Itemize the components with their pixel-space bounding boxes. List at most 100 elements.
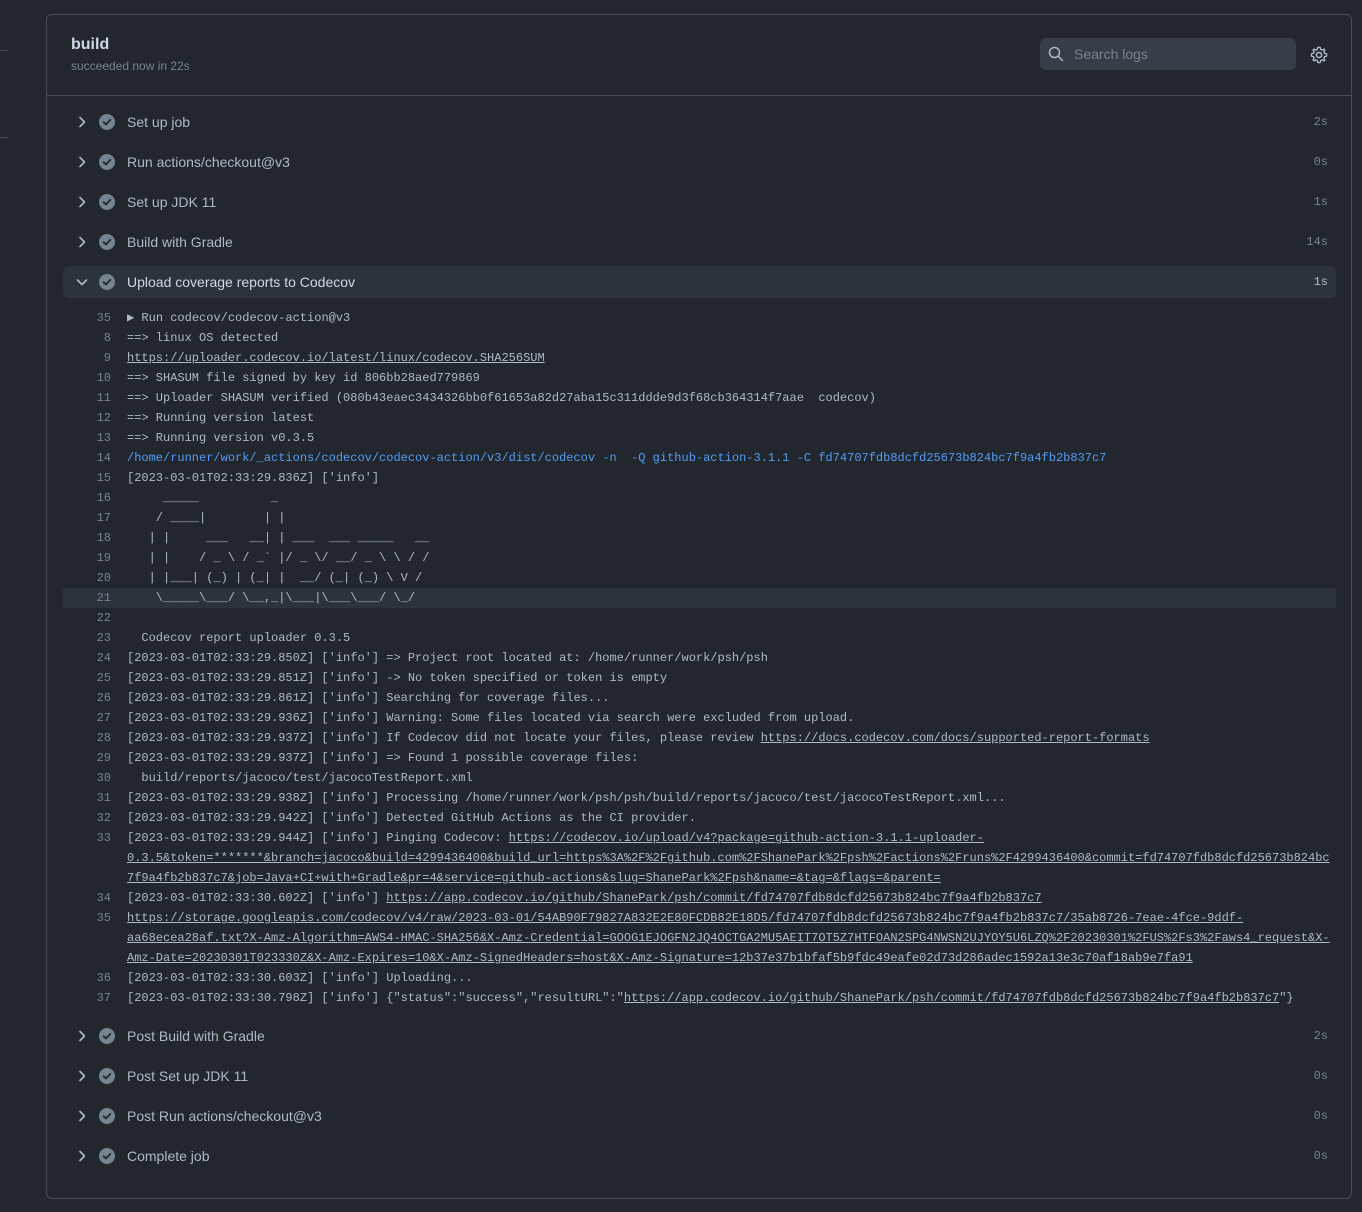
line-number[interactable]: 19 — [63, 548, 111, 568]
log-link[interactable]: https://app.codecov.io/github/ShanePark/… — [386, 891, 1041, 905]
line-number[interactable]: 14 — [63, 448, 111, 468]
line-number[interactable]: 25 — [63, 668, 111, 688]
line-number[interactable]: 35 — [63, 308, 111, 328]
log-link[interactable]: https://app.codecov.io/github/ShanePark/… — [624, 991, 1279, 1005]
check-circle-icon — [99, 1108, 115, 1124]
step-log-output: 35 ▶ Run codecov/codecov-action@v3 8 ==> li… — [63, 308, 1336, 1008]
search-logs-input[interactable] — [1072, 45, 1286, 63]
step-name: Build with Gradle — [127, 234, 233, 250]
line-number[interactable]: 23 — [63, 628, 111, 648]
line-number[interactable]: 35 — [63, 908, 111, 968]
log-line: 16 _____ _ — [63, 488, 1336, 508]
step-post-set-up-jdk-11[interactable]: Post Set up JDK 11 0s — [63, 1060, 1336, 1092]
log-message-tail: "} — [1279, 991, 1294, 1005]
line-number[interactable]: 24 — [63, 648, 111, 668]
steps-list: Set up job 2s Run actions/checkout@v3 0s Set… — [63, 106, 1336, 1180]
log-message: [2023-03-01T02:33:30.603Z] ['info'] Uplo… — [127, 971, 473, 985]
line-number[interactable]: 32 — [63, 808, 111, 828]
log-message: [2023-03-01T02:33:29.942Z] ['info'] Dete… — [127, 811, 696, 825]
step-duration: 0s — [1313, 1149, 1328, 1163]
log-text: [2023-03-01T02:33:29.861Z] ['info'] Sear… — [111, 688, 609, 708]
line-number[interactable]: 28 — [63, 728, 111, 748]
log-link-continued[interactable]: 0.3.5&token=*******&branch=jacoco&build=… — [127, 851, 1330, 865]
step-upload-coverage[interactable]: Upload coverage reports to Codecov 1s — [63, 266, 1336, 298]
log-link[interactable]: https://docs.codecov.com/docs/supported-… — [761, 731, 1150, 745]
log-text-line: [2023-03-01T02:33:29.850Z] ['info'] => P… — [127, 648, 768, 668]
log-line: 21 \_____\___/ \__,_|\___|\___\___/ \_/ — [63, 588, 1336, 608]
step-duration: 0s — [1313, 155, 1328, 169]
log-text-line: [2023-03-01T02:33:29.937Z] ['info'] => F… — [127, 748, 638, 768]
line-number[interactable]: 13 — [63, 428, 111, 448]
log-message: build/reports/jacoco/test/jacocoTestRepo… — [127, 771, 473, 785]
gear-icon[interactable] — [1310, 46, 1328, 64]
line-number[interactable]: 27 — [63, 708, 111, 728]
log-text: ▶ Run codecov/codecov-action@v3 — [111, 308, 350, 328]
log-line: 35 https://storage.googleapis.com/codecov… — [63, 908, 1336, 968]
log-line: 23 Codecov report uploader 0.3.5 — [63, 628, 1336, 648]
log-message: [2023-03-01T02:33:29.937Z] ['info'] If C… — [127, 731, 761, 745]
log-line: 18 | | ___ __| | ___ ___ _____ __ — [63, 528, 1336, 548]
line-number[interactable]: 30 — [63, 768, 111, 788]
log-text-line: ==> linux OS detected — [127, 328, 278, 348]
line-number[interactable]: 36 — [63, 968, 111, 988]
log-text-line: 7f9a4fb2b837c7&job=Java+CI+with+Gradle&p… — [127, 868, 1330, 888]
log-link-continued[interactable]: Amz-Date=20230301T023330Z&X-Amz-Expires=… — [127, 951, 1193, 965]
log-line: 26 [2023-03-01T02:33:29.861Z] ['info'] Se… — [63, 688, 1336, 708]
line-number[interactable]: 20 — [63, 568, 111, 588]
log-message: | | / _ \ / _` |/ _ \/ __/ _ \ \ / / — [127, 551, 430, 565]
step-build-with-gradle[interactable]: Build with Gradle 14s — [63, 226, 1336, 258]
line-number[interactable]: 17 — [63, 508, 111, 528]
check-circle-icon — [99, 1148, 115, 1164]
log-text: | |___| (_) | (_| | __/ (_| (_) \ V / — [111, 568, 423, 588]
log-text: Codecov report uploader 0.3.5 — [111, 628, 350, 648]
line-number[interactable]: 8 — [63, 328, 111, 348]
line-number[interactable]: 31 — [63, 788, 111, 808]
line-number[interactable]: 21 — [63, 588, 111, 608]
log-text: \_____\___/ \__,_|\___|\___\___/ \_/ — [111, 588, 415, 608]
step-post-run-actions-checkout-v3[interactable]: Post Run actions/checkout@v3 0s — [63, 1100, 1336, 1132]
log-link[interactable]: https://storage.googleapis.com/codecov/v… — [127, 911, 1243, 925]
step-run-actions-checkout-v3[interactable]: Run actions/checkout@v3 0s — [63, 146, 1336, 178]
line-number[interactable]: 16 — [63, 488, 111, 508]
log-text: /home/runner/work/_actions/codecov/codec… — [111, 448, 1106, 468]
log-message: ==> Running version latest — [127, 411, 315, 425]
line-number[interactable]: 37 — [63, 988, 111, 1008]
log-text-line: \_____\___/ \__,_|\___|\___\___/ \_/ — [127, 588, 415, 608]
line-number[interactable]: 33 — [63, 828, 111, 888]
log-link[interactable]: https://uploader.codecov.io/latest/linux… — [127, 351, 545, 365]
log-text: ==> Uploader SHASUM verified (080b43eaec… — [111, 388, 876, 408]
step-post-build-with-gradle[interactable]: Post Build with Gradle 2s — [63, 1020, 1336, 1052]
line-number[interactable]: 34 — [63, 888, 111, 908]
chevron-right-icon — [79, 156, 86, 168]
log-text: [2023-03-01T02:33:29.942Z] ['info'] Dete… — [111, 808, 696, 828]
log-line: 20 | |___| (_) | (_| | __/ (_| (_) \ V / — [63, 568, 1336, 588]
log-link-continued[interactable]: 7f9a4fb2b837c7&job=Java+CI+with+Gradle&p… — [127, 871, 941, 885]
search-logs-box[interactable] — [1040, 38, 1296, 70]
log-link[interactable]: https://codecov.io/upload/v4?package=git… — [509, 831, 984, 845]
log-link-continued[interactable]: aa68ecea28af.txt?X-Amz-Algorithm=AWS4-HM… — [127, 931, 1330, 945]
log-message: [2023-03-01T02:33:29.936Z] ['info'] Warn… — [127, 711, 855, 725]
log-line: 30 build/reports/jacoco/test/jacocoTestR… — [63, 768, 1336, 788]
line-number[interactable]: 26 — [63, 688, 111, 708]
line-number[interactable]: 29 — [63, 748, 111, 768]
log-text: [2023-03-01T02:33:29.937Z] ['info'] => F… — [111, 748, 638, 768]
step-set-up-jdk-11[interactable]: Set up JDK 11 1s — [63, 186, 1336, 218]
line-number[interactable]: 12 — [63, 408, 111, 428]
log-text-line: [2023-03-01T02:33:30.602Z] ['info'] http… — [127, 888, 1042, 908]
line-number[interactable]: 18 — [63, 528, 111, 548]
step-complete-job[interactable]: Complete job 0s — [63, 1140, 1336, 1172]
step-set-up-job[interactable]: Set up job 2s — [63, 106, 1336, 138]
log-text: [2023-03-01T02:33:29.937Z] ['info'] If C… — [111, 728, 1150, 748]
step-name: Post Build with Gradle — [127, 1028, 265, 1044]
step-duration: 2s — [1313, 1029, 1328, 1043]
line-number[interactable]: 22 — [63, 608, 111, 628]
line-number[interactable]: 10 — [63, 368, 111, 388]
log-text: ==> Running version latest — [111, 408, 314, 428]
line-number[interactable]: 11 — [63, 388, 111, 408]
log-text-line: build/reports/jacoco/test/jacocoTestRepo… — [127, 768, 473, 788]
job-title: build — [71, 36, 110, 53]
line-number[interactable]: 9 — [63, 348, 111, 368]
check-circle-icon — [99, 114, 115, 130]
line-number[interactable]: 15 — [63, 468, 111, 488]
